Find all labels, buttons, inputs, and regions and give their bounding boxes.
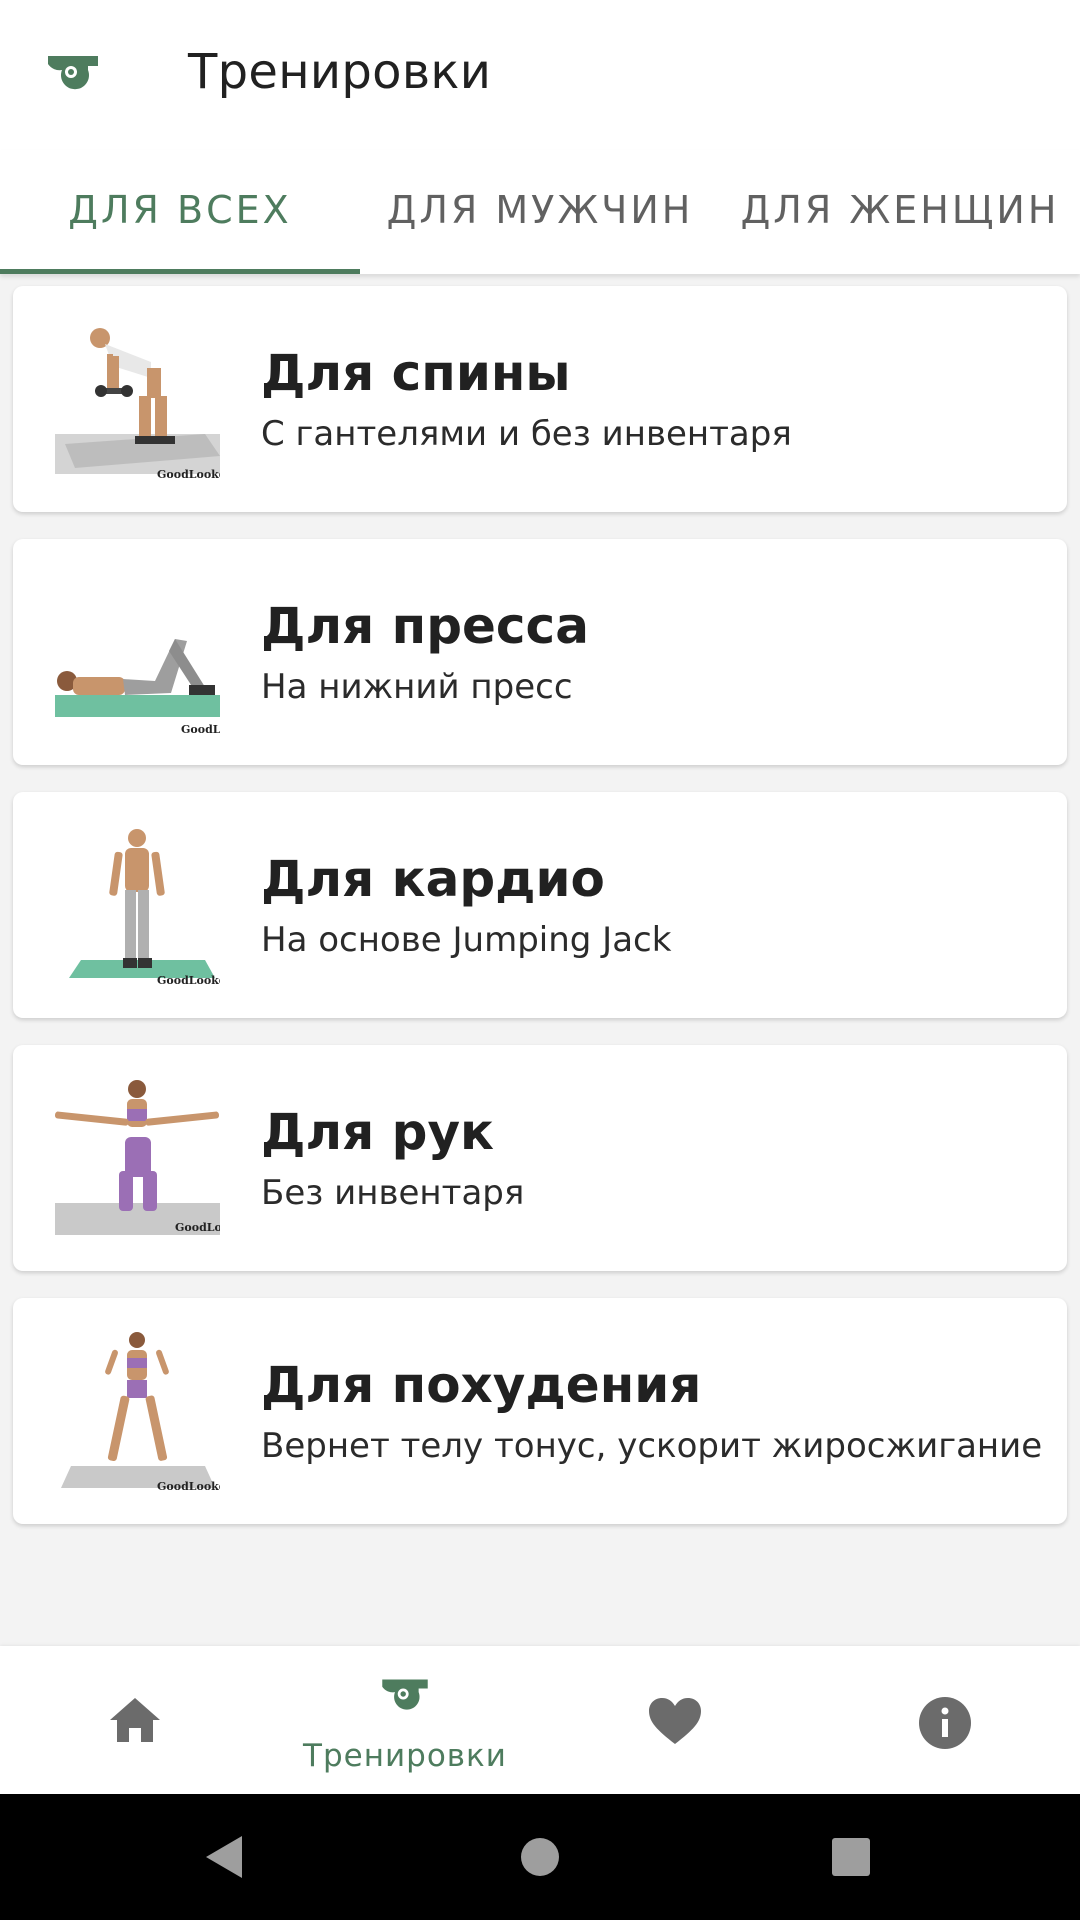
home-icon xyxy=(110,1698,160,1742)
home-circle-icon[interactable] xyxy=(520,1834,560,1880)
workout-card-weight-loss[interactable]: GoodLooker Для похудения Вернет телу тон… xyxy=(13,1298,1067,1524)
watermark: GoodLooker xyxy=(157,1480,220,1493)
system-navigation-bar xyxy=(0,1794,1080,1920)
watermark: GoodLooker xyxy=(157,468,220,481)
tab-for-women[interactable]: Для женщин xyxy=(720,188,1080,232)
watermark: GoodLooker xyxy=(157,974,220,987)
nav-item-favorites[interactable] xyxy=(540,1646,810,1794)
workout-title: Для пресса xyxy=(261,597,589,655)
nav-item-workouts[interactable]: Тренировки xyxy=(270,1646,540,1794)
info-icon xyxy=(919,1697,971,1749)
back-workout-image: GoodLooker xyxy=(55,316,220,481)
heart-icon xyxy=(649,1698,701,1744)
watermark: GoodLo xyxy=(175,1221,220,1234)
tab-for-men[interactable]: Для мужчин xyxy=(360,188,720,232)
workout-subtitle: На основе Jumping Jack xyxy=(261,920,672,960)
tab-for-all[interactable]: Для всех xyxy=(0,188,360,232)
workout-title: Для спины xyxy=(261,344,571,402)
page-title: Тренировки xyxy=(188,44,492,100)
workout-title: Для кардио xyxy=(261,850,605,908)
nav-label-workouts: Тренировки xyxy=(303,1738,507,1774)
workout-subtitle: На нижний пресс xyxy=(261,667,573,707)
tab-bar: Для всех Для мужчин Для женщин xyxy=(0,150,1080,274)
back-icon[interactable] xyxy=(204,1834,244,1880)
cardio-workout-image: GoodLooker xyxy=(55,822,220,987)
tab-indicator xyxy=(0,269,360,274)
recents-icon[interactable] xyxy=(830,1834,872,1880)
arms-workout-image: GoodLo xyxy=(55,1075,220,1240)
watermark: GoodL xyxy=(181,723,220,734)
workout-card-back[interactable]: GoodLooker Для спины С гантелями и без и… xyxy=(13,286,1067,512)
workout-card-abs[interactable]: GoodL Для пресса На нижний пресс xyxy=(13,539,1067,765)
workout-card-arms[interactable]: GoodLo Для рук Без инвентаря xyxy=(13,1045,1067,1271)
whistle-icon xyxy=(48,56,98,90)
workout-subtitle: С гантелями и без инвентаря xyxy=(261,414,792,454)
workout-subtitle: Вернет телу тонус, ускорит жиросжигание xyxy=(261,1426,1043,1466)
nav-item-home[interactable] xyxy=(0,1646,270,1794)
workout-title: Для рук xyxy=(261,1103,494,1161)
workout-title: Для похудения xyxy=(261,1356,702,1414)
abs-workout-image: GoodL xyxy=(55,569,220,734)
nav-item-info[interactable] xyxy=(810,1646,1080,1794)
bottom-navigation: Тренировки xyxy=(0,1646,1080,1794)
workout-card-cardio[interactable]: GoodLooker Для кардио На основе Jumping … xyxy=(13,792,1067,1018)
app-bar: Тренировки xyxy=(0,0,1080,150)
workout-subtitle: Без инвентаря xyxy=(261,1173,525,1213)
weight-loss-workout-image: GoodLooker xyxy=(55,1328,220,1493)
whistle-icon xyxy=(382,1679,428,1710)
